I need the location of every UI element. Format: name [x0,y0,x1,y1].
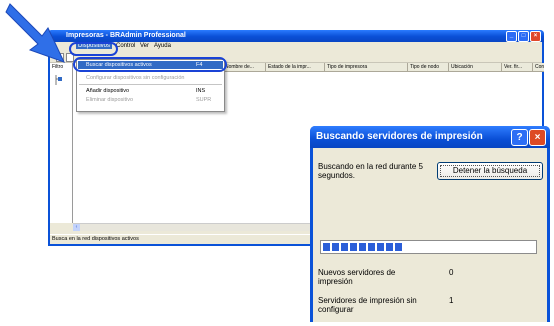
menu-bar: Dispositivos Control Ver Ayuda [50,42,542,51]
search-dialog: Buscando servidores de impresión ? × Bus… [310,126,550,322]
tree-printer-icon[interactable] [54,75,62,85]
close-icon[interactable]: × [530,31,541,42]
unconfigured-servers-value: 1 [449,296,454,305]
menu-ver[interactable]: Ver [140,43,149,49]
progress-block [368,243,375,251]
dialog-title: Buscando servidores de impresión [316,131,483,142]
searching-text: Buscando en la red durante 5 segundos. [318,162,423,180]
menu-item-shortcut: INS [196,88,206,94]
progress-block [323,243,330,251]
new-servers-value: 0 [449,268,454,277]
arrow-pointer-icon [5,3,65,63]
menu-item-label: Añadir dispositivo [86,88,130,94]
progress-block [350,243,357,251]
menu-item-shortcut: SUPR [196,97,212,103]
progress-block [386,243,393,251]
stop-search-button[interactable]: Detener la búsqueda [437,162,543,180]
menu-item-highlight-oval [73,57,227,72]
status-text: Busca en la red dispositivos activos [52,236,139,242]
menu-control[interactable]: Control [116,43,135,49]
menu-item-label: Configurar dispositivos sin configuració… [86,75,185,81]
col-tipo-nodo[interactable]: Tipo de nodo [408,63,449,72]
close-icon[interactable]: × [529,129,546,146]
scroll-left-icon[interactable]: ‹ [73,224,80,231]
menu-separator [79,84,222,85]
col-version[interactable]: Ver. fir... [502,63,533,72]
menu-item-label: Eliminar dispositivo [86,97,134,103]
dialog-body: Buscando en la red durante 5 segundos. D… [313,148,547,322]
menu-item-configurar[interactable]: Configurar dispositivos sin configuració… [78,74,223,82]
window-title: Impresoras - BRAdmin Professional [66,32,186,39]
menu-ayuda[interactable]: Ayuda [154,43,171,49]
col-estado[interactable]: Estado de la impr... [266,63,325,72]
progress-block [359,243,366,251]
col-nombre[interactable]: Nombre de... [223,63,266,72]
unconfigured-servers-label: Servidores de impresión sin configurar [318,296,417,314]
menu-item-anadir[interactable]: Añadir dispositivo INS [78,87,223,95]
col-contacto[interactable]: Contacto [533,63,544,72]
progress-block [377,243,384,251]
help-icon[interactable]: ? [511,129,528,146]
progress-block [341,243,348,251]
search-progress-bar [320,240,537,254]
col-tipo-impresora[interactable]: Tipo de impresora [325,63,408,72]
minimize-icon[interactable]: _ [506,31,517,42]
progress-block [395,243,402,251]
maximize-icon[interactable]: □ [518,31,529,42]
dialog-titlebar[interactable]: Buscando servidores de impresión ? × [310,126,550,148]
window-titlebar[interactable]: Impresoras - BRAdmin Professional _ □ × [48,30,544,42]
menu-item-eliminar[interactable]: Eliminar dispositivo SUPR [78,96,223,104]
filter-pane: Filtro [50,63,73,223]
new-servers-label: Nuevos servidores de impresión [318,268,396,286]
progress-block [332,243,339,251]
col-ubicacion[interactable]: Ubicación [449,63,502,72]
